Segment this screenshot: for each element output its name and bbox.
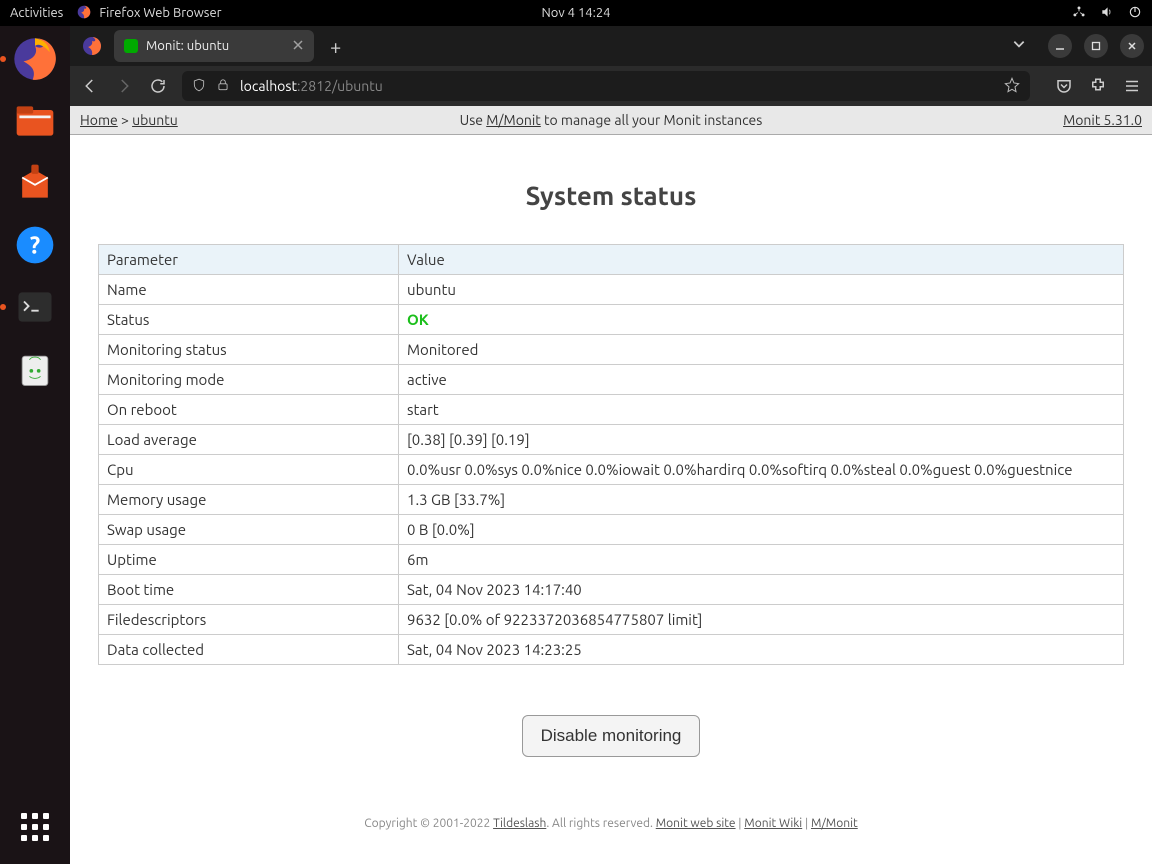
table-row: Memory usage1.3 GB [33.7%] — [99, 485, 1124, 515]
monit-header: Home > ubuntu Use M/Monit to manage all … — [70, 106, 1152, 135]
window-minimize[interactable] — [1048, 34, 1072, 58]
power-icon[interactable] — [1128, 5, 1142, 22]
activities-button[interactable]: Activities — [10, 6, 63, 20]
firefox-icon — [77, 5, 93, 21]
footer-mmonit[interactable]: M/Monit — [811, 817, 858, 830]
value-cell: OK — [399, 305, 1124, 335]
network-icon[interactable] — [1072, 5, 1086, 22]
window-close[interactable] — [1120, 34, 1144, 58]
table-row: Monitoring statusMonitored — [99, 335, 1124, 365]
param-cell: Swap usage — [99, 515, 399, 545]
status-table: Parameter Value NameubuntuStatusOKMonito… — [98, 244, 1124, 665]
value-cell: 0.0%usr 0.0%sys 0.0%nice 0.0%iowait 0.0%… — [399, 455, 1124, 485]
value-cell: 1.3 GB [33.7%] — [399, 485, 1124, 515]
table-row: Nameubuntu — [99, 275, 1124, 305]
table-row: Monitoring modeactive — [99, 365, 1124, 395]
dock-files[interactable] — [8, 94, 62, 148]
param-cell: Filedescriptors — [99, 605, 399, 635]
table-row: Boot timeSat, 04 Nov 2023 14:17:40 — [99, 575, 1124, 605]
url-text: localhost:2812/ubuntu — [240, 78, 383, 94]
tab-title: Monit: ubuntu — [146, 39, 229, 53]
reload-button[interactable] — [148, 76, 168, 96]
footer-tildeslash[interactable]: Tildeslash — [493, 817, 546, 830]
gnome-topbar: Activities Firefox Web Browser Nov 4 14:… — [0, 0, 1152, 26]
shield-icon[interactable] — [192, 78, 206, 95]
url-bar[interactable]: localhost:2812/ubuntu — [182, 71, 1030, 101]
window-maximize[interactable] — [1084, 34, 1108, 58]
app-menu-icon[interactable] — [1122, 76, 1142, 96]
extensions-icon[interactable] — [1088, 76, 1108, 96]
tab-close-icon[interactable] — [292, 39, 304, 54]
dock-help[interactable]: ? — [8, 218, 62, 272]
value-cell: Sat, 04 Nov 2023 14:23:25 — [399, 635, 1124, 665]
table-row: Cpu0.0%usr 0.0%sys 0.0%nice 0.0%iowait 0… — [99, 455, 1124, 485]
value-cell: 6m — [399, 545, 1124, 575]
back-button[interactable] — [80, 76, 100, 96]
breadcrumb-home[interactable]: Home — [80, 112, 118, 128]
mmonit-promo: Use M/Monit to manage all your Monit ins… — [460, 112, 763, 128]
param-cell: Load average — [99, 425, 399, 455]
footer: Copyright © 2001-2022 Tildeslash. All ri… — [98, 817, 1124, 830]
table-row: Swap usage0 B [0.0%] — [99, 515, 1124, 545]
mmonit-link[interactable]: M/Monit — [486, 112, 541, 128]
bookmark-star-icon[interactable] — [1004, 77, 1020, 96]
lock-icon[interactable] — [216, 78, 230, 95]
param-cell: Boot time — [99, 575, 399, 605]
browser-tab[interactable]: Monit: ubuntu — [114, 30, 314, 62]
breadcrumb-host[interactable]: ubuntu — [132, 112, 178, 128]
value-cell: Sat, 04 Nov 2023 14:17:40 — [399, 575, 1124, 605]
nav-toolbar: localhost:2812/ubuntu — [70, 66, 1152, 106]
footer-monit-site[interactable]: Monit web site — [656, 817, 736, 830]
dock-firefox[interactable] — [8, 32, 62, 86]
app-name-label: Firefox Web Browser — [99, 6, 221, 20]
param-cell: Monitoring status — [99, 335, 399, 365]
value-cell: start — [399, 395, 1124, 425]
table-row: Filedescriptors9632 [0.0% of 92233720368… — [99, 605, 1124, 635]
volume-icon[interactable] — [1100, 5, 1114, 22]
clock[interactable]: Nov 4 14:24 — [541, 6, 610, 20]
param-cell: Uptime — [99, 545, 399, 575]
param-cell: Cpu — [99, 455, 399, 485]
firefox-window: Monit: ubuntu + — [70, 26, 1152, 864]
value-cell: 0 B [0.0%] — [399, 515, 1124, 545]
value-cell: active — [399, 365, 1124, 395]
tab-favicon — [124, 39, 138, 53]
forward-button — [114, 76, 134, 96]
monit-version[interactable]: Monit 5.31.0 — [1063, 112, 1142, 128]
dock-trash[interactable] — [8, 342, 62, 396]
table-row: Data collectedSat, 04 Nov 2023 14:23:25 — [99, 635, 1124, 665]
ubuntu-dock: ? — [0, 26, 70, 864]
value-cell: [0.38] [0.39] [0.19] — [399, 425, 1124, 455]
footer-monit-wiki[interactable]: Monit Wiki — [744, 817, 802, 830]
firefox-menu-icon[interactable] — [78, 32, 106, 60]
param-cell: On reboot — [99, 395, 399, 425]
pocket-icon[interactable] — [1054, 76, 1074, 96]
table-row: Uptime6m — [99, 545, 1124, 575]
tabs-overflow-icon[interactable] — [1012, 37, 1026, 55]
table-row: StatusOK — [99, 305, 1124, 335]
th-value: Value — [399, 245, 1124, 275]
show-applications[interactable] — [8, 800, 62, 854]
svg-text:?: ? — [30, 231, 40, 258]
param-cell: Memory usage — [99, 485, 399, 515]
value-cell: ubuntu — [399, 275, 1124, 305]
table-row: Load average[0.38] [0.39] [0.19] — [99, 425, 1124, 455]
page-title: System status — [98, 181, 1124, 210]
new-tab-button[interactable]: + — [322, 35, 349, 58]
disable-monitoring-button[interactable]: Disable monitoring — [522, 715, 701, 757]
param-cell: Status — [99, 305, 399, 335]
dock-terminal[interactable] — [8, 280, 62, 334]
param-cell: Monitoring mode — [99, 365, 399, 395]
value-cell: Monitored — [399, 335, 1124, 365]
table-row: On rebootstart — [99, 395, 1124, 425]
th-parameter: Parameter — [99, 245, 399, 275]
value-cell: 9632 [0.0% of 9223372036854775807 limit] — [399, 605, 1124, 635]
param-cell: Name — [99, 275, 399, 305]
page-content: Home > ubuntu Use M/Monit to manage all … — [70, 106, 1152, 864]
dock-software[interactable] — [8, 156, 62, 210]
tab-strip: Monit: ubuntu + — [70, 26, 1152, 66]
param-cell: Data collected — [99, 635, 399, 665]
